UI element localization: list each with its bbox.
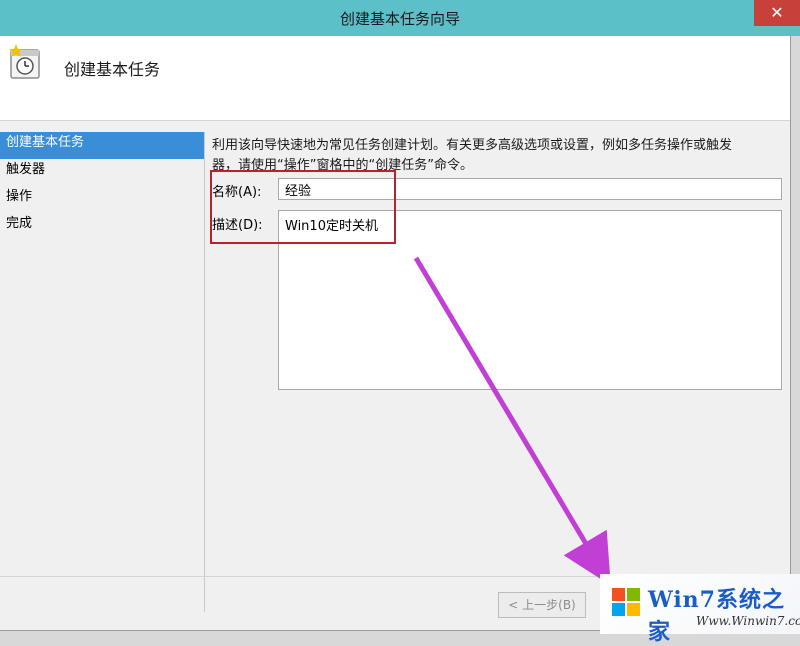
description-label: 描述(D): <box>212 218 263 233</box>
site-watermark: Win7系统之家 Www.Winwin7.com <box>600 574 800 645</box>
sidebar-item-label: 操作 <box>6 189 33 204</box>
wizard-steps-sidebar: 创建基本任务 触发器 操作 完成 <box>0 132 204 612</box>
back-button[interactable]: < 上一步(B) <box>498 592 586 618</box>
task-scheduler-clock-icon <box>9 44 40 79</box>
instructions-line-2: 器，请使用“操作”窗格中的“创建任务”命令。 <box>212 158 473 173</box>
sidebar-item-label: 完成 <box>6 216 33 231</box>
sidebar-divider <box>204 132 205 612</box>
wizard-window: 创建基本任务 创建基本任务 触发器 操作 完成 利用该向导快速地为常见任务创建计… <box>0 36 791 631</box>
description-textarea[interactable]: Win10定时关机 <box>278 210 782 390</box>
close-icon: ✕ <box>770 3 784 22</box>
close-button[interactable]: ✕ <box>754 0 800 26</box>
instructions-text: 利用该向导快速地为常见任务创建计划。有关更多高级选项或设置，例如多任务操作或触发… <box>212 136 772 176</box>
sidebar-item-create-basic-task[interactable]: 创建基本任务 <box>0 132 204 159</box>
wizard-header: 创建基本任务 <box>0 36 790 121</box>
sidebar-item-finish[interactable]: 完成 <box>0 213 204 240</box>
instructions-line-1: 利用该向导快速地为常见任务创建计划。有关更多高级选项或设置，例如多任务操作或触发 <box>212 138 733 153</box>
window-title: 创建基本任务向导 <box>339 10 460 28</box>
sidebar-item-label: 触发器 <box>6 162 46 177</box>
title-bar[interactable]: 创建基本任务向导 ✕ <box>0 0 800 36</box>
name-input[interactable] <box>278 178 782 200</box>
page-title: 创建基本任务 <box>64 60 161 79</box>
windows-logo-icon <box>612 588 640 616</box>
watermark-url: Www.Winwin7.com <box>696 614 800 628</box>
sidebar-item-label: 创建基本任务 <box>6 135 85 150</box>
sidebar-item-trigger[interactable]: 触发器 <box>0 159 204 186</box>
sidebar-item-action[interactable]: 操作 <box>0 186 204 213</box>
name-label: 名称(A): <box>212 185 262 200</box>
